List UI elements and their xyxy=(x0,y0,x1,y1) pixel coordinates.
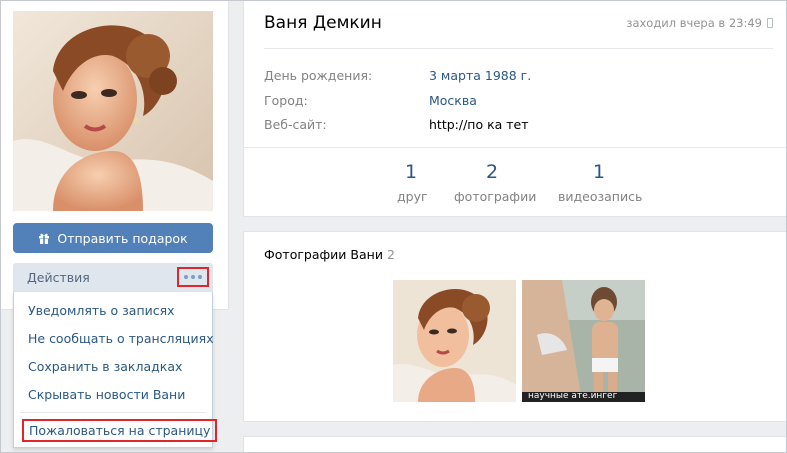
gift-icon xyxy=(39,233,50,244)
photo-watermark: научные ате.ингег xyxy=(528,391,618,401)
menu-item-hide-news[interactable]: Скрывать новости Вани xyxy=(28,387,185,402)
actions-dropdown-menu: Уведомлять о записях Не сообщать о транс… xyxy=(13,292,218,448)
menu-divider xyxy=(20,412,206,413)
website-label: Веб-сайт: xyxy=(264,117,327,132)
left-column-card: Отправить подарок Действия xyxy=(0,0,229,310)
profile-name: Ваня Демкин xyxy=(264,13,382,33)
website-value: http://по ка тет xyxy=(429,117,529,132)
photos-label: фотографии xyxy=(454,189,537,204)
photos-count-number: 2 xyxy=(485,161,499,183)
send-gift-label: Отправить подарок xyxy=(57,230,188,246)
birthday-value[interactable]: 3 марта 1988 г. xyxy=(429,68,531,83)
friends-count: 1 xyxy=(404,161,418,183)
videos-label: видеозапись xyxy=(558,189,643,204)
counters-divider xyxy=(244,147,787,148)
more-dot xyxy=(198,275,202,279)
photos-title: Фотографии Вани xyxy=(264,247,383,262)
profile-info-card: Ваня Демкин заходил вчера в 23:49 День р… xyxy=(243,0,787,217)
photos-total: 2 xyxy=(386,247,395,262)
profile-avatar[interactable] xyxy=(13,11,213,211)
actions-header[interactable]: Действия xyxy=(13,263,213,292)
actions-label: Действия xyxy=(27,270,90,285)
photo-thumbnail[interactable] xyxy=(393,280,516,402)
counter-videos[interactable]: 1 видеозапись xyxy=(558,161,643,204)
photos-header[interactable]: Фотографии Вани 2 xyxy=(264,247,395,262)
city-label: Город: xyxy=(264,93,308,108)
birthday-label: День рождения: xyxy=(264,68,373,83)
city-value[interactable]: Москва xyxy=(429,93,477,108)
next-block xyxy=(243,436,787,453)
photos-block: Фотографии Вани 2 научные ате.ингег xyxy=(243,231,787,422)
menu-item-notify[interactable]: Уведомлять о записях xyxy=(28,303,175,318)
last-seen-status: заходил вчера в 23:49 xyxy=(626,16,773,30)
send-gift-button[interactable]: Отправить подарок xyxy=(13,223,213,253)
more-dots-icon xyxy=(184,275,188,279)
friends-label: друг xyxy=(397,189,428,204)
mobile-phone-icon xyxy=(767,18,773,28)
header-divider xyxy=(264,48,773,49)
more-dot xyxy=(191,275,195,279)
more-actions-button[interactable] xyxy=(177,267,209,287)
counter-photos[interactable]: 2 фотографии xyxy=(454,161,537,204)
photo-thumbnail[interactable]: научные ате.ингег xyxy=(522,280,645,402)
last-seen-text: заходил вчера в 23:49 xyxy=(626,16,762,30)
report-page-link[interactable]: Пожаловаться на страницу xyxy=(22,419,218,442)
videos-count: 1 xyxy=(592,161,606,183)
menu-item-mute-broadcasts[interactable]: Не сообщать о трансляциях xyxy=(28,331,214,346)
counter-friends[interactable]: 1 друг xyxy=(397,161,428,204)
menu-item-bookmark[interactable]: Сохранить в закладках xyxy=(28,359,182,374)
